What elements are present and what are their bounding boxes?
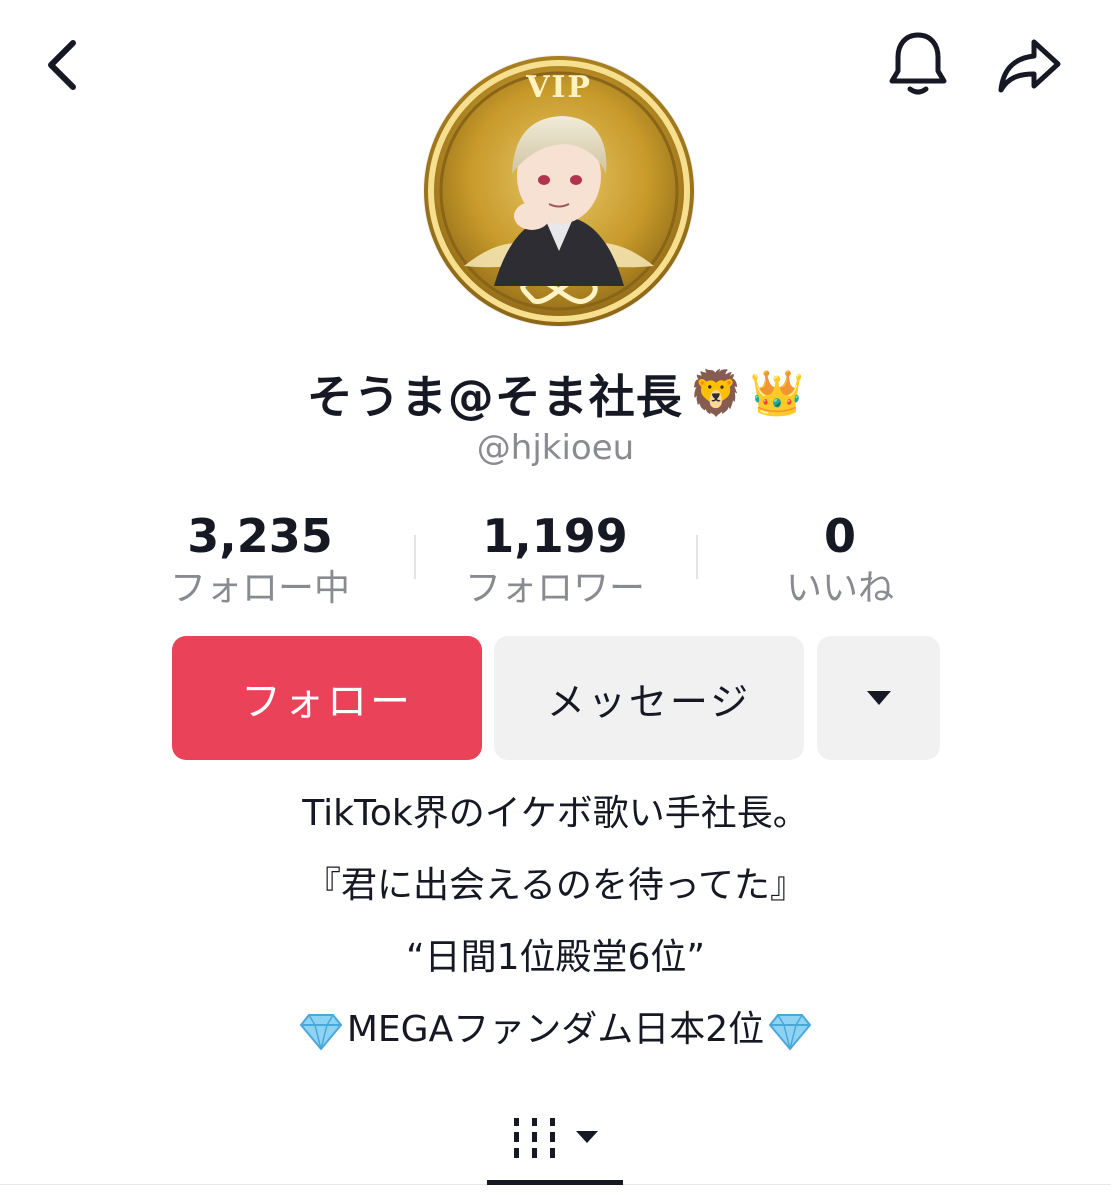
more-options-button[interactable] bbox=[817, 636, 940, 760]
active-tab-indicator bbox=[487, 1180, 623, 1185]
lion-emoji: 🦁 bbox=[688, 368, 744, 419]
stat-divider bbox=[696, 535, 698, 579]
back-button[interactable] bbox=[28, 30, 98, 100]
caret-down-icon bbox=[866, 691, 891, 705]
bio-line: “日間1位殿堂6位” bbox=[405, 937, 706, 978]
chevron-left-icon bbox=[48, 40, 76, 90]
share-button[interactable] bbox=[992, 30, 1068, 102]
bio-line-text: MEGAファンダム日本2位 bbox=[346, 1009, 765, 1050]
followers-count: 1,199 bbox=[482, 509, 628, 563]
message-button[interactable]: メッセージ bbox=[494, 636, 804, 760]
following-count: 3,235 bbox=[187, 509, 333, 563]
bio-line: TikTok界のイケボ歌い手社長。 bbox=[302, 793, 809, 834]
following-label: フォロー中 bbox=[169, 568, 350, 609]
likes-count: 0 bbox=[823, 509, 856, 563]
notification-button[interactable] bbox=[880, 26, 956, 102]
bio-line: 『君に出会えるのを待ってた』 bbox=[304, 865, 807, 906]
diamond-icon bbox=[768, 1014, 812, 1051]
tab-videos[interactable] bbox=[487, 1090, 623, 1184]
bio-line-with-icons: MEGAファンダム日本2位 bbox=[0, 994, 1111, 1066]
username: @hjkioeu bbox=[476, 428, 635, 468]
likes-label: いいね bbox=[785, 568, 894, 609]
stat-divider bbox=[414, 535, 416, 579]
name-row: そうま@そま社長 🦁 👑 bbox=[0, 356, 1111, 432]
avatar-badge-text: VIP bbox=[526, 70, 592, 105]
stats-row: 3,235 フォロー中 1,199 フォロワー 0 いいね bbox=[130, 505, 980, 615]
video-grid-icon bbox=[514, 1118, 555, 1158]
profile-bio: TikTok界のイケボ歌い手社長。 『君に出会えるのを待ってた』 “日間1位殿堂… bbox=[0, 778, 1111, 1066]
following-stat[interactable]: 3,235 フォロー中 bbox=[130, 505, 390, 611]
likes-stat[interactable]: 0 いいね bbox=[710, 505, 970, 611]
profile-avatar[interactable]: VIP bbox=[424, 56, 694, 326]
crown-emoji: 👑 bbox=[749, 368, 805, 419]
share-arrow-icon bbox=[998, 39, 1061, 93]
followers-label: フォロワー bbox=[464, 568, 645, 609]
follow-button[interactable]: フォロー bbox=[172, 636, 482, 760]
caret-down-icon bbox=[576, 1131, 598, 1143]
bell-icon bbox=[889, 32, 947, 95]
followers-stat[interactable]: 1,199 フォロワー bbox=[425, 505, 685, 611]
diamond-icon bbox=[299, 1014, 343, 1051]
display-name: そうま@そま社長 bbox=[306, 370, 683, 424]
